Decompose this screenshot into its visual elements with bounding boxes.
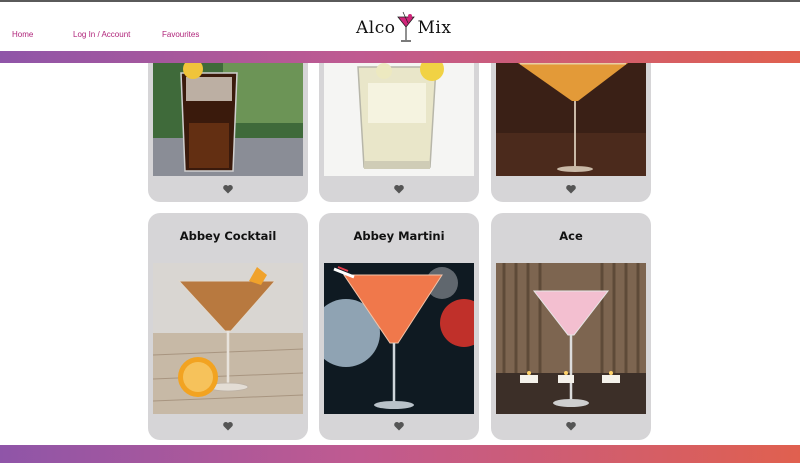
drink-title[interactable]: Abbey Martini bbox=[319, 229, 479, 243]
drink-photo[interactable] bbox=[153, 63, 303, 176]
drinks-grid: Abbey Cocktail Abbey Martini Ace bbox=[0, 63, 800, 445]
drink-card[interactable] bbox=[319, 63, 479, 202]
header-gradient-band bbox=[0, 51, 800, 63]
favourite-heart-icon[interactable] bbox=[393, 183, 405, 195]
drink-card[interactable]: Abbey Martini bbox=[319, 213, 479, 440]
logo-text-right: Mix bbox=[417, 18, 452, 38]
martini-glass-icon bbox=[397, 11, 416, 42]
drink-photo[interactable] bbox=[324, 263, 474, 414]
nav-home-link[interactable]: Home bbox=[12, 30, 33, 39]
drink-card[interactable]: Abbey Cocktail bbox=[148, 213, 308, 440]
drink-photo[interactable] bbox=[496, 63, 646, 176]
favourite-heart-icon[interactable] bbox=[565, 420, 577, 432]
nav-favourites-link[interactable]: Favourites bbox=[162, 30, 199, 39]
footer-gradient-band bbox=[0, 445, 800, 463]
nav-login-account-link[interactable]: Log In / Account bbox=[73, 30, 130, 39]
site-logo[interactable]: Alco Mix bbox=[356, 10, 451, 46]
favourite-heart-icon[interactable] bbox=[393, 420, 405, 432]
drink-card[interactable] bbox=[491, 63, 651, 202]
drink-card[interactable] bbox=[148, 63, 308, 202]
logo-text-left: Alco bbox=[356, 18, 396, 38]
drink-card[interactable]: Ace bbox=[491, 213, 651, 440]
favourite-heart-icon[interactable] bbox=[565, 183, 577, 195]
favourite-heart-icon[interactable] bbox=[222, 420, 234, 432]
drink-title[interactable]: Ace bbox=[491, 229, 651, 243]
drink-photo[interactable] bbox=[153, 263, 303, 414]
site-header: Home Log In / Account Favourites Alco Mi… bbox=[0, 2, 800, 51]
drink-title[interactable]: Abbey Cocktail bbox=[148, 229, 308, 243]
drink-photo[interactable] bbox=[496, 263, 646, 414]
drink-photo[interactable] bbox=[324, 63, 474, 176]
favourite-heart-icon[interactable] bbox=[222, 183, 234, 195]
